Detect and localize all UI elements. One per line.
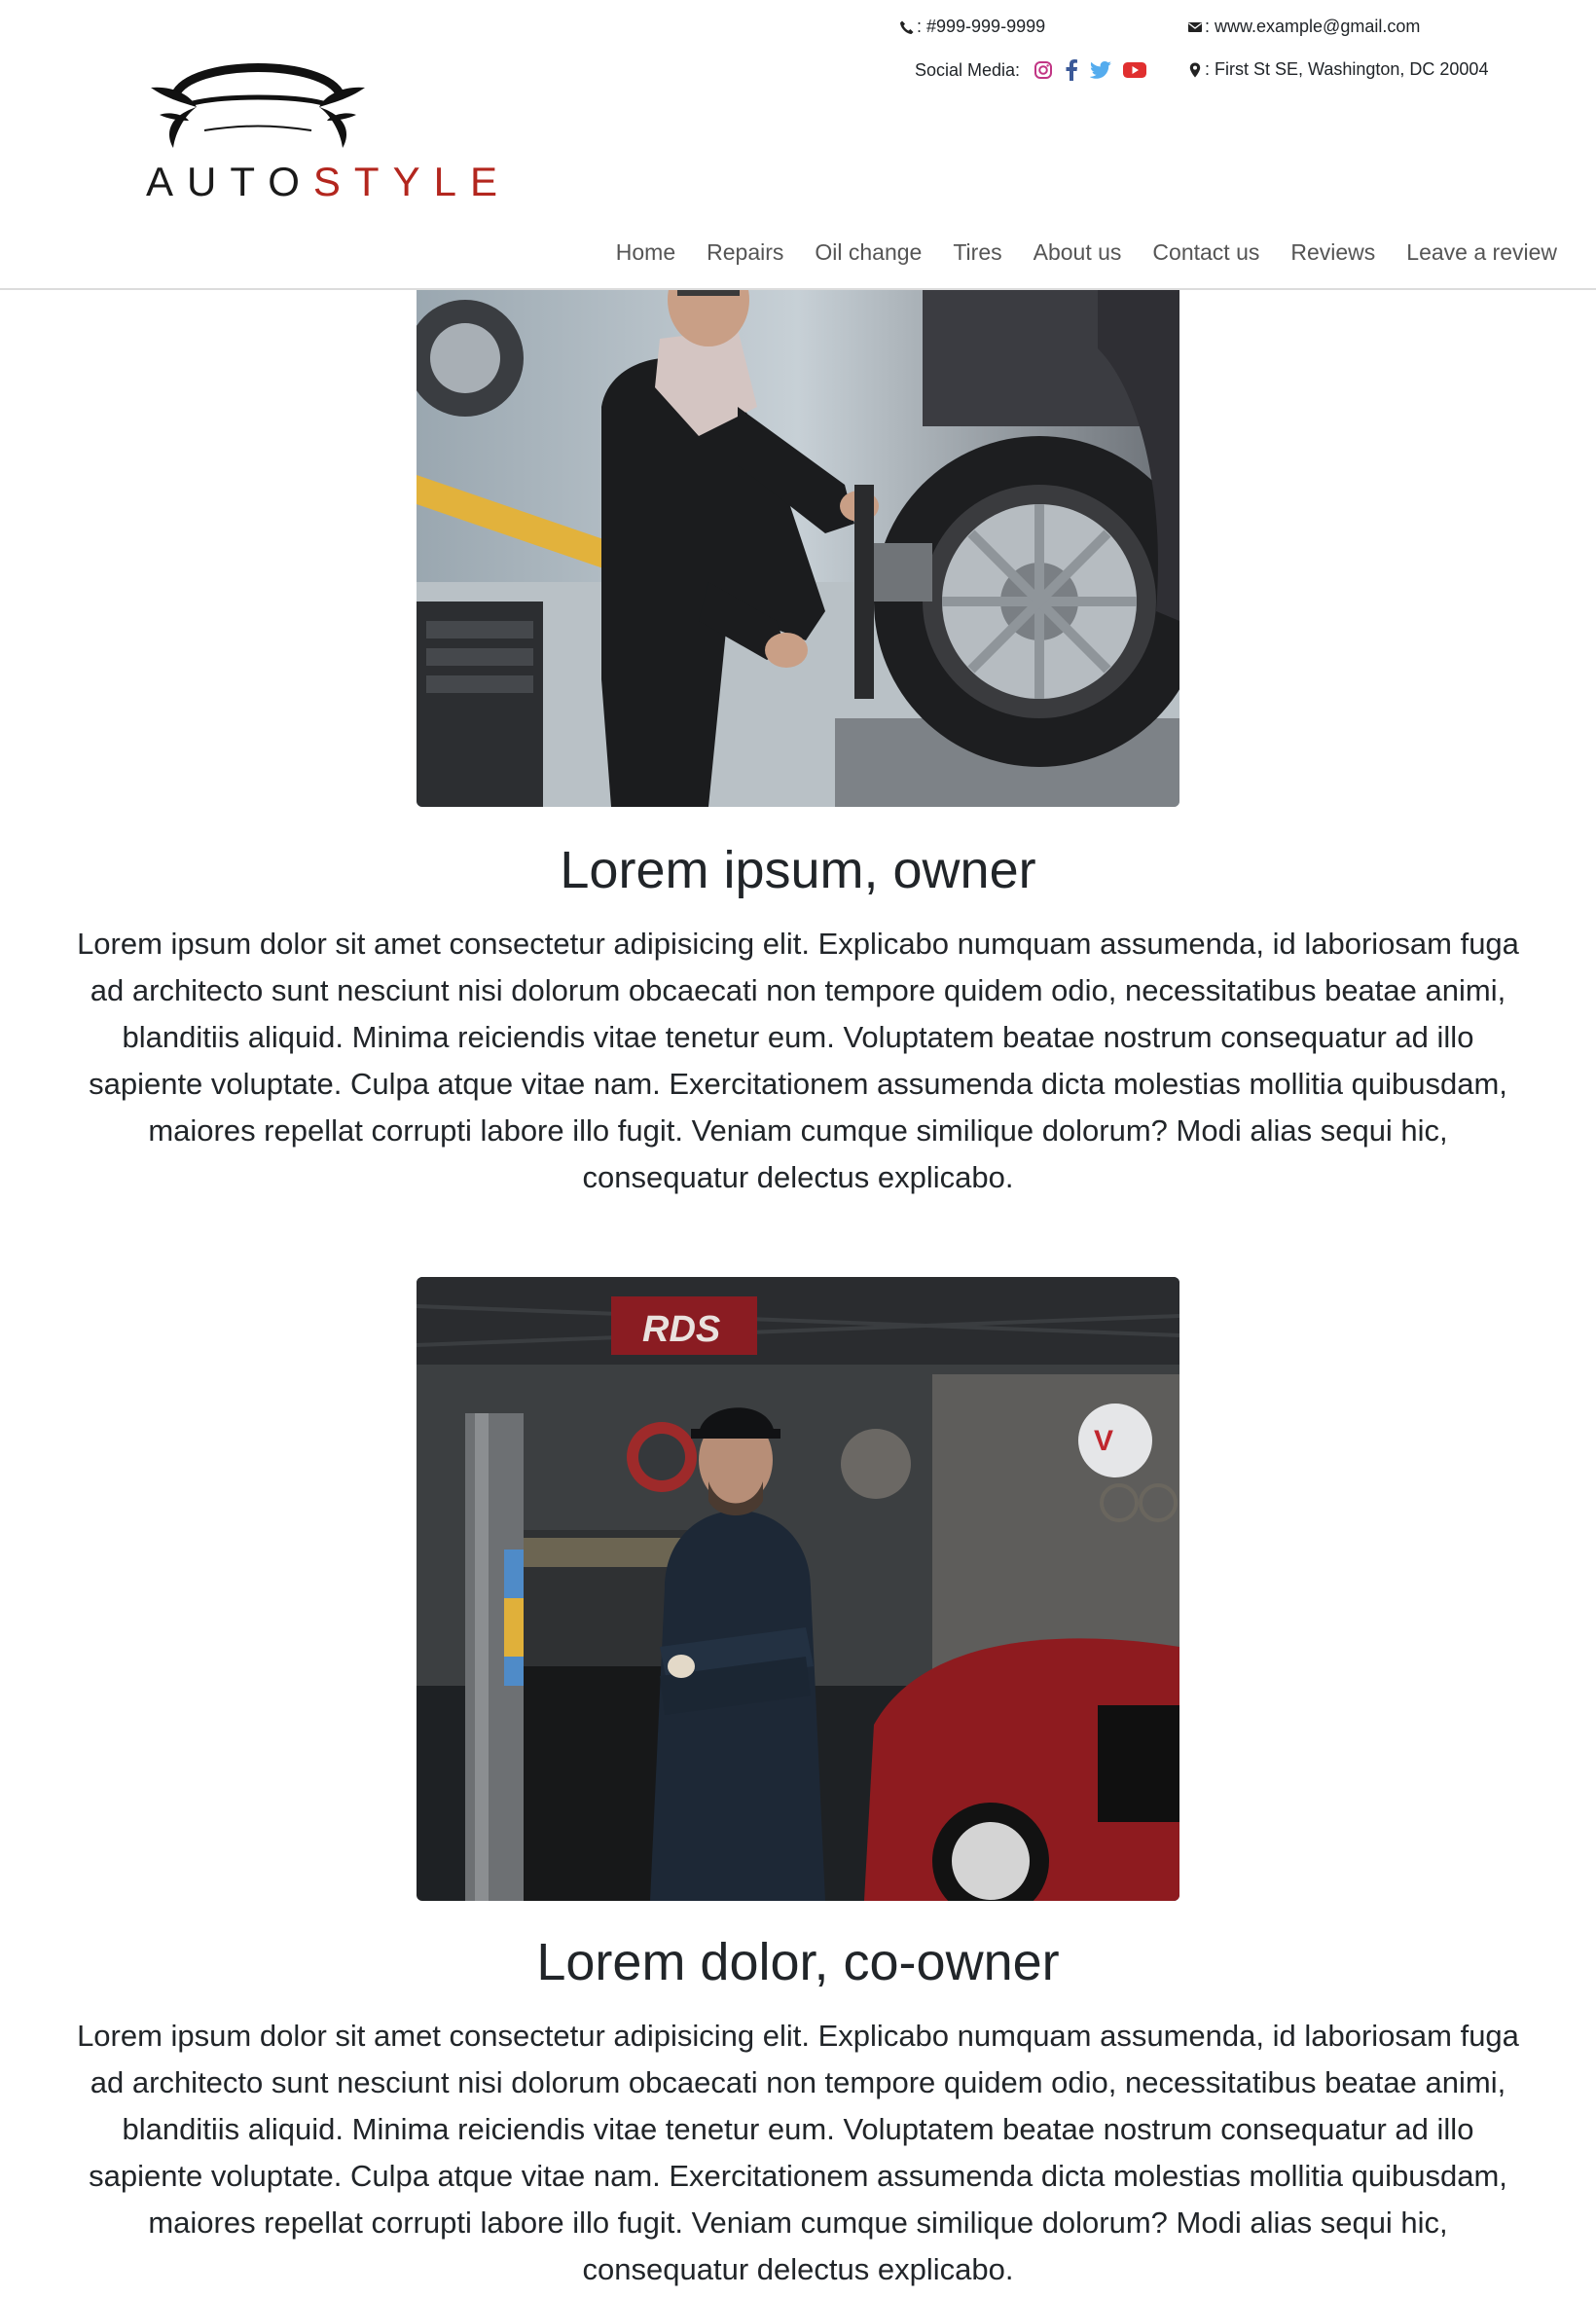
autostyle-logo[interactable]: AUTOSTYLE	[146, 47, 497, 214]
nav-home[interactable]: Home	[616, 239, 675, 266]
address-contact[interactable]: : First St SE, Washington, DC 20004	[1187, 59, 1488, 80]
instagram-icon[interactable]	[1034, 60, 1053, 80]
phone-number: : #999-999-9999	[917, 17, 1046, 36]
email-address: : www.example@gmail.com	[1205, 17, 1421, 36]
envelope-icon	[1187, 19, 1203, 35]
owner-description: Lorem ipsum dolor sit amet consectetur a…	[77, 927, 1519, 1194]
phone-contact[interactable]: : #999-999-9999	[899, 17, 1045, 37]
social-media-label: Social Media:	[915, 59, 1021, 80]
email-contact[interactable]: : www.example@gmail.com	[1187, 17, 1420, 37]
address-text: : First St SE, Washington, DC 20004	[1205, 59, 1489, 79]
logo-wordmark: AUTOSTYLE	[146, 159, 497, 204]
site-header: AUTOSTYLE : #999-999-9999 : www.example@…	[0, 0, 1596, 290]
nav-oil-change[interactable]: Oil change	[815, 239, 922, 266]
co-owner-title: Lorem dolor, co-owner	[536, 1933, 1060, 1991]
owner-title: Lorem ipsum, owner	[560, 841, 1036, 899]
svg-text:V: V	[1094, 1425, 1113, 1457]
mechanic-adjusting-wheel-photo	[417, 290, 1179, 807]
facebook-icon[interactable]	[1065, 59, 1078, 81]
nav-contact-us[interactable]: Contact us	[1152, 239, 1259, 266]
co-owner-description: Lorem ipsum dolor sit amet consectetur a…	[77, 2019, 1519, 2286]
social-media-row: Social Media:	[915, 59, 1147, 81]
main-navigation: Home Repairs Oil change Tires About us C…	[616, 239, 1557, 266]
youtube-icon[interactable]	[1123, 61, 1147, 79]
mechanic-in-garage-photo: RDS V	[417, 1277, 1179, 1901]
nav-leave-a-review[interactable]: Leave a review	[1406, 239, 1557, 266]
logo-word-auto: AUTO	[146, 159, 313, 204]
svg-text:RDS: RDS	[642, 1309, 720, 1350]
car-silhouette-icon	[151, 63, 365, 148]
nav-repairs[interactable]: Repairs	[707, 239, 783, 266]
map-pin-icon	[1187, 62, 1203, 78]
phone-icon	[899, 19, 915, 35]
nav-reviews[interactable]: Reviews	[1290, 239, 1375, 266]
logo-word-style: STYLE	[312, 159, 511, 204]
twitter-icon[interactable]	[1090, 61, 1112, 79]
nav-tires[interactable]: Tires	[953, 239, 1001, 266]
nav-about-us[interactable]: About us	[1034, 239, 1122, 266]
